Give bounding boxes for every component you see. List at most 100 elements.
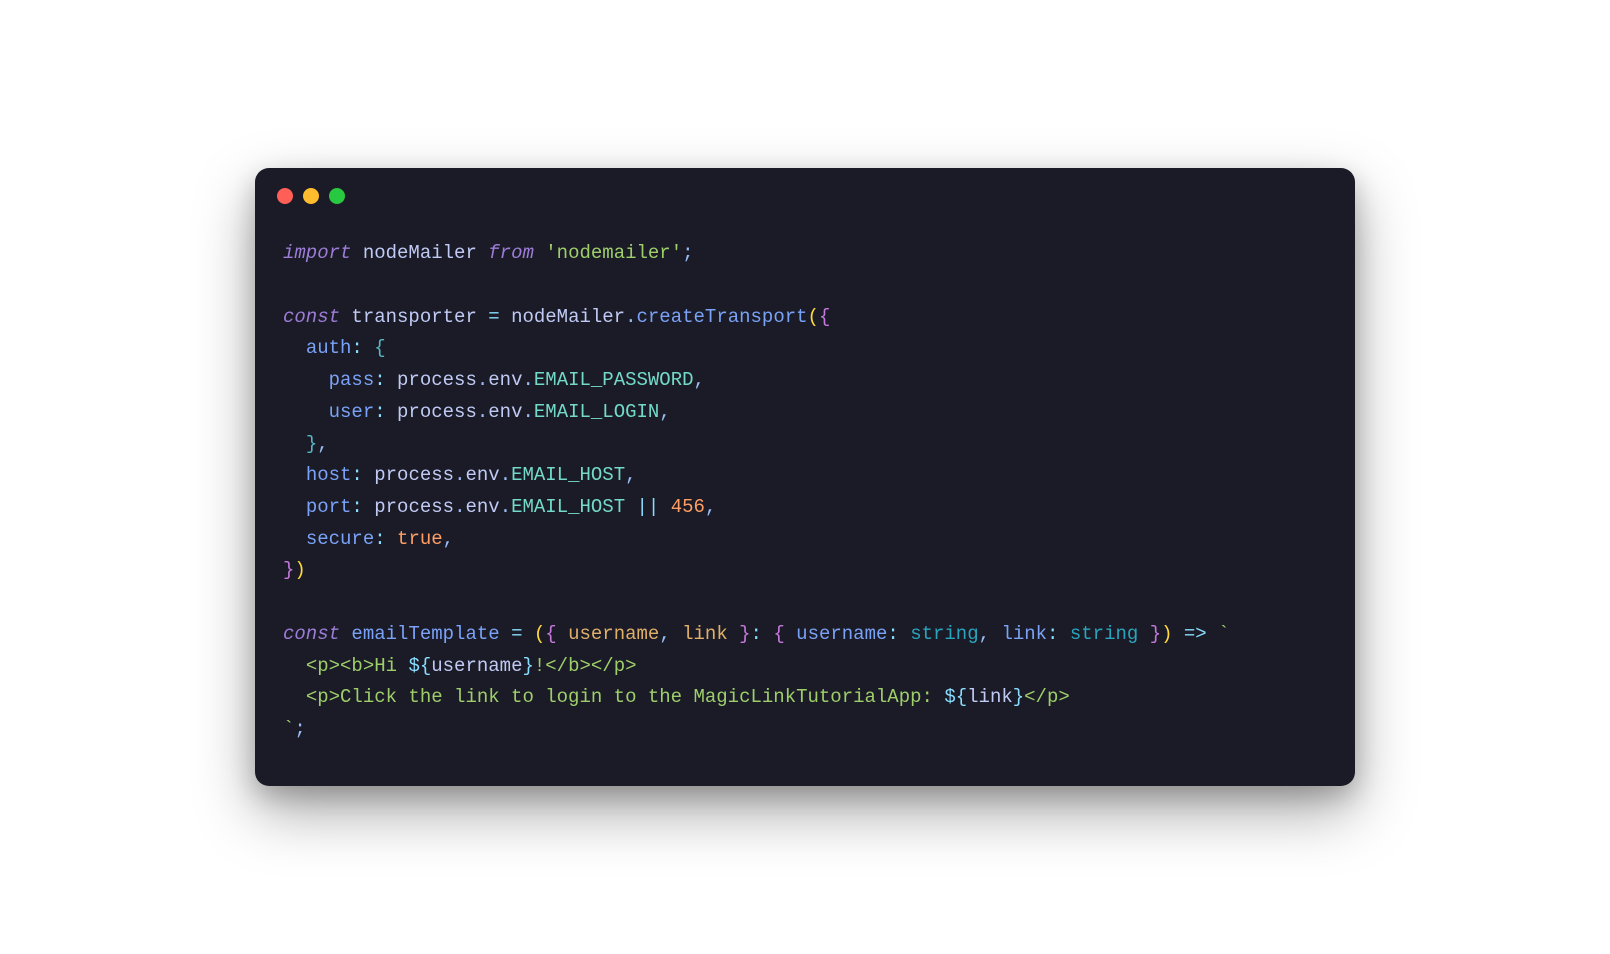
interp-variable: link: [967, 686, 1013, 708]
code-line: const emailTemplate = ({ username, link …: [283, 623, 1230, 645]
identifier: transporter: [351, 306, 476, 328]
code-line: host: process.env.EMAIL_HOST,: [283, 464, 637, 486]
boolean-literal: true: [397, 528, 443, 550]
identifier: env: [465, 464, 499, 486]
env-variable: EMAIL_LOGIN: [534, 401, 659, 423]
backtick: `: [283, 718, 294, 740]
comma: ,: [443, 528, 454, 550]
code-body[interactable]: import nodeMailer from 'nodemailer'; con…: [255, 214, 1355, 786]
code-window: import nodeMailer from 'nodemailer'; con…: [255, 168, 1355, 786]
comma: ,: [705, 496, 716, 518]
keyword-const: const: [283, 306, 340, 328]
type-prop: username: [796, 623, 887, 645]
template-text: [283, 655, 306, 677]
keyword-import: import: [283, 242, 351, 264]
identifier: env: [488, 369, 522, 391]
identifier: process: [397, 369, 477, 391]
type-prop: link: [1001, 623, 1047, 645]
code-line: <p><b>Hi ${username}!</b></p>: [283, 655, 637, 677]
semicolon: ;: [682, 242, 693, 264]
property-key: user: [329, 401, 375, 423]
interp-open: ${: [944, 686, 967, 708]
template-text: <p>Click the link to login to the MagicL…: [306, 686, 945, 708]
env-variable: EMAIL_PASSWORD: [534, 369, 694, 391]
dot: .: [477, 401, 488, 423]
identifier: process: [374, 464, 454, 486]
brace-close: }: [283, 559, 294, 581]
identifier: env: [488, 401, 522, 423]
interp-open: ${: [408, 655, 431, 677]
property-key: pass: [329, 369, 375, 391]
interp-variable: username: [431, 655, 522, 677]
colon: :: [1047, 623, 1058, 645]
dot: .: [500, 496, 511, 518]
dot: .: [477, 369, 488, 391]
dot: .: [625, 306, 636, 328]
identifier: process: [397, 401, 477, 423]
comma: ,: [694, 369, 705, 391]
string-literal: 'nodemailer': [545, 242, 682, 264]
number-literal: 456: [671, 496, 705, 518]
maximize-icon[interactable]: [329, 188, 345, 204]
identifier: nodeMailer: [511, 306, 625, 328]
code-line: port: process.env.EMAIL_HOST || 456,: [283, 496, 716, 518]
code-line: user: process.env.EMAIL_LOGIN,: [283, 401, 671, 423]
paren-open: (: [808, 306, 819, 328]
parameter: username: [568, 623, 659, 645]
property-key: auth: [306, 337, 352, 359]
brace-open: {: [773, 623, 784, 645]
code-line: auth: {: [283, 337, 386, 359]
minimize-icon[interactable]: [303, 188, 319, 204]
keyword-const: const: [283, 623, 340, 645]
code-line: const transporter = nodeMailer.createTra…: [283, 306, 830, 328]
property-key: host: [306, 464, 352, 486]
interp-close: }: [522, 655, 533, 677]
code-line: secure: true,: [283, 528, 454, 550]
dot: .: [454, 464, 465, 486]
colon: :: [374, 401, 385, 423]
dot: .: [500, 464, 511, 486]
identifier: nodeMailer: [363, 242, 477, 264]
identifier: process: [374, 496, 454, 518]
paren-close: ): [294, 559, 305, 581]
close-icon[interactable]: [277, 188, 293, 204]
brace-close: }: [1150, 623, 1161, 645]
code-line: `;: [283, 718, 306, 740]
comma: ,: [659, 401, 670, 423]
template-text: [283, 686, 306, 708]
parameter: link: [682, 623, 728, 645]
type-name: string: [910, 623, 978, 645]
dot: .: [522, 369, 533, 391]
comma: ,: [625, 464, 636, 486]
colon: :: [374, 369, 385, 391]
paren-close: ): [1161, 623, 1172, 645]
env-variable: EMAIL_HOST: [511, 464, 625, 486]
backtick: `: [1218, 623, 1229, 645]
template-text: <p><b>Hi: [306, 655, 409, 677]
arrow: =>: [1184, 623, 1207, 645]
code-line: <p>Click the link to login to the MagicL…: [283, 686, 1070, 708]
code-line: },: [283, 433, 329, 455]
method-call: createTransport: [637, 306, 808, 328]
dot: .: [522, 401, 533, 423]
colon: :: [351, 496, 362, 518]
identifier: env: [465, 496, 499, 518]
comma: ,: [979, 623, 990, 645]
brace-open: {: [819, 306, 830, 328]
operator-equals: =: [511, 623, 522, 645]
code-line: }): [283, 559, 306, 581]
brace-close: }: [306, 433, 317, 455]
brace-open: {: [545, 623, 556, 645]
interp-close: }: [1013, 686, 1024, 708]
template-text: !</b></p>: [534, 655, 637, 677]
env-variable: EMAIL_HOST: [511, 496, 625, 518]
property-key: secure: [306, 528, 374, 550]
operator-equals: =: [488, 306, 499, 328]
keyword-from: from: [488, 242, 534, 264]
colon: :: [351, 337, 362, 359]
semicolon: ;: [294, 718, 305, 740]
window-title-bar: [255, 168, 1355, 214]
code-line: pass: process.env.EMAIL_PASSWORD,: [283, 369, 705, 391]
type-colon: :: [751, 623, 762, 645]
type-name: string: [1070, 623, 1138, 645]
